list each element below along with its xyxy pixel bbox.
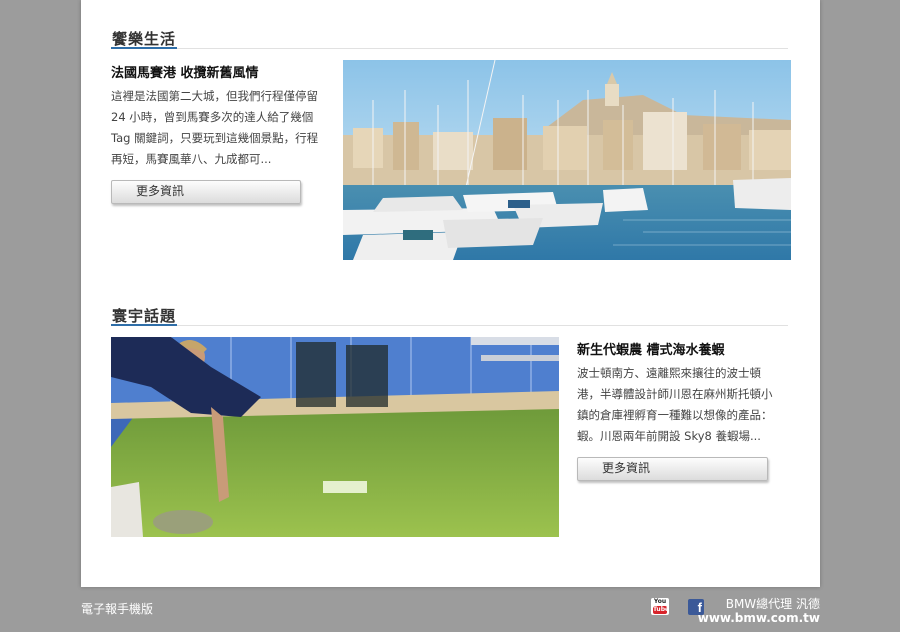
article-summary-marseille: 這裡是法國第二大城，但我們行程僅停留 24 小時，曾到馬賽多次的達人給了幾個 T… (111, 89, 319, 166)
section-heading-lifestyle: 饗樂生活 (112, 30, 177, 48)
harbor-illustration (343, 60, 791, 260)
marseille-harbor-photo[interactable] (343, 60, 791, 260)
shrimp-tank-photo[interactable] (111, 337, 559, 537)
mobile-version-link[interactable]: 電子報手機版 (81, 600, 153, 617)
dealer-website-link[interactable]: www.bmw.com.tw (698, 611, 820, 625)
section-heading-underline (111, 324, 177, 326)
section-heading-global: 寰宇話題 (112, 307, 177, 325)
more-info-button[interactable]: 更多資訊 (111, 180, 301, 204)
article-title-marseille[interactable]: 法國馬賽港 收攬新舊風情 (111, 62, 259, 81)
more-info-button[interactable]: 更多資訊 (577, 457, 768, 481)
section-divider (111, 325, 788, 326)
section-divider (111, 48, 788, 49)
youtube-icon-top: You (653, 598, 667, 605)
dealer-label: BMW總代理 汎德 (725, 597, 820, 611)
shrimp-tank-illustration (111, 337, 559, 537)
dealer-info: BMW總代理 汎德 www.bmw.com.tw (698, 597, 820, 625)
article-title-shrimp[interactable]: 新生代蝦農 槽式海水養蝦 (577, 339, 725, 358)
youtube-icon[interactable]: You Tube (651, 598, 669, 615)
article-summary-shrimp: 波士頓南方、遠離熙來攘往的波士頓港，半導體設計師川恩在麻州斯托頓小鎮的倉庫裡孵育… (577, 366, 773, 443)
youtube-icon-bottom: Tube (653, 606, 670, 614)
section-heading-underline (111, 47, 177, 49)
